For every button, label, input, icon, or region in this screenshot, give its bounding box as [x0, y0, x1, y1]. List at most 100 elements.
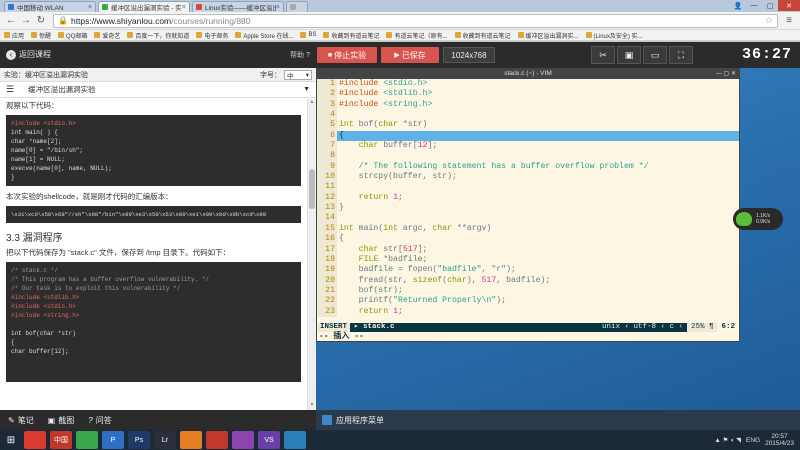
vim-line[interactable]: 15 int main(int argc, char **argv) — [317, 223, 739, 235]
address-bar[interactable]: 🔒 https://www.shiyanlou.com /courses/run… — [53, 13, 778, 28]
app-p-icon[interactable]: P — [102, 431, 124, 449]
language-indicator[interactable]: ENG — [746, 437, 760, 444]
scroll-down-icon[interactable]: ▼ — [308, 402, 316, 410]
browser-tab[interactable]: Linux实验——缓冲区溢出 × — [192, 1, 284, 12]
vim-line[interactable]: 22 printf("Returned Properly\n"); — [317, 296, 739, 307]
tab-close-icon[interactable]: × — [182, 4, 186, 11]
code-line: /* Our task is to exploit this vulnerabi… — [11, 285, 181, 292]
vim-line[interactable]: 7 char buffer[12]; — [317, 141, 739, 152]
bookmark-item[interactable]: 爱奇艺 — [94, 31, 120, 40]
bookmark-item[interactable]: 电子邮务 — [196, 31, 228, 40]
line-text: #include <string.h> — [339, 99, 433, 109]
fullscreen-icon[interactable]: ⛶ — [669, 46, 693, 64]
help-link[interactable]: 帮助 ? — [290, 50, 310, 60]
screenshot-icon[interactable]: ▣ — [617, 46, 641, 64]
vim-line[interactable]: 17 char str[517]; — [317, 244, 739, 255]
maximize-icon[interactable]: ▢ — [762, 0, 778, 11]
vim-buffer[interactable]: 1 #include <stdio.h> 2 #include <stdlib.h> 3… — [317, 79, 739, 323]
bookmark-item[interactable]: BS — [300, 32, 316, 38]
bookmark-item[interactable]: 应用 — [4, 31, 24, 40]
windows-start-icon[interactable]: ⊞ — [0, 430, 22, 450]
font-size-select[interactable]: 中 ▾ — [284, 69, 312, 80]
qa-button[interactable]: ? 问答 — [88, 415, 111, 426]
bookmark-item[interactable]: (Linux及安全) 实... — [585, 31, 643, 40]
saved-button[interactable]: ▶ 已保存 — [381, 47, 439, 63]
vim-line[interactable]: 10 strcpy(buffer, str); — [317, 172, 739, 183]
photoshop-icon[interactable]: Ps — [128, 431, 150, 449]
reload-icon[interactable]: ↻ — [34, 14, 48, 28]
vim-line[interactable]: 9 /* The following statement has a buffe… — [317, 161, 739, 173]
network-speed-widget[interactable]: 1.1K/s 0.9K/s — [733, 208, 783, 230]
back-to-course-button[interactable]: ‹ 返回课程 — [6, 49, 51, 60]
menu-icon[interactable]: ≡ — [782, 15, 796, 26]
tray-icons[interactable]: ▲ ⚑ ◖ ◥ — [714, 436, 741, 444]
bookmark-item[interactable]: 惊醒 — [31, 31, 51, 40]
app-fruit-icon[interactable] — [206, 431, 228, 449]
vim-line[interactable]: 21 bof(str); — [317, 285, 739, 297]
lightroom-icon[interactable]: Lr — [154, 431, 176, 449]
app-zhongguo-icon[interactable]: 中国 — [50, 431, 72, 449]
vim-line[interactable]: 1 #include <stdio.h> — [317, 79, 739, 90]
vim-line[interactable]: 14 — [317, 213, 739, 224]
vim-line[interactable]: 3 #include <string.h> — [317, 99, 739, 111]
back-icon[interactable]: ← — [4, 14, 18, 28]
vim-terminal-window[interactable]: stack.c (~) - VIM — ▢ ✕ 1 #include <stdio… — [316, 68, 740, 342]
browser-tab[interactable]: 缓冲区溢出漏洞实验 - 实 × — [98, 1, 190, 12]
bookmark-item[interactable]: 百度一下，你就知道 — [127, 31, 189, 40]
browser-tab[interactable] — [286, 1, 308, 12]
vim-line[interactable]: 8 — [317, 151, 739, 162]
resolution-select[interactable]: 1024x768 — [443, 47, 495, 63]
minimize-icon[interactable]: — — [746, 0, 762, 11]
vim-line[interactable]: 2 #include <stdlib.h> — [317, 89, 739, 100]
close-window-icon[interactable]: ✕ — [778, 0, 800, 11]
bookmarks-bar: 应用 惊醒 QQ邮箱 爱奇艺 百度一下，你就知道 电子邮务 Apple Store 在线..… — [0, 30, 800, 41]
bookmark-item[interactable]: 有道云笔记（原有... — [386, 31, 448, 40]
forward-icon[interactable]: → — [19, 14, 33, 28]
applications-menu-button[interactable]: 应用程序菜单 — [322, 415, 384, 426]
vim-line[interactable]: 11 — [317, 182, 739, 193]
vim-line[interactable]: 20 fread(str, sizeof(char), 517, badfile… — [317, 275, 739, 286]
user-icon[interactable]: 👤 — [730, 0, 746, 11]
vim-line[interactable]: 12 return 1; — [317, 192, 739, 204]
app-colors-icon[interactable] — [180, 431, 202, 449]
desktop-icon[interactable]: ▭ — [643, 46, 667, 64]
clock[interactable]: 20:57 2015/4/23 — [765, 433, 794, 447]
visual-studio-icon[interactable]: VS — [258, 431, 280, 449]
vim-line[interactable]: 19 badfile = fopen("badfile", "r"); — [317, 265, 739, 276]
line-text: { — [337, 130, 739, 142]
app-flowers-icon[interactable] — [232, 431, 254, 449]
tab-close-icon[interactable]: × — [88, 4, 92, 11]
line-number: 10 — [317, 172, 337, 183]
bookmark-star-icon[interactable]: ☆ — [765, 15, 773, 26]
scroll-thumb[interactable] — [309, 169, 315, 209]
bookmark-item[interactable]: 收藏到有道云笔记 — [454, 31, 511, 40]
line-number: 9 — [317, 161, 337, 173]
vim-line[interactable]: 18 FILE *badfile; — [317, 254, 739, 266]
scissors-icon[interactable]: ✂ — [591, 46, 615, 64]
tab-close-icon[interactable]: × — [276, 4, 280, 11]
scroll-up-icon[interactable]: ▲ — [308, 99, 316, 107]
browser-tab[interactable]: 中国移动 WLAN × — [4, 1, 96, 12]
notes-button[interactable]: ✎ 笔记 — [8, 415, 34, 426]
vim-line[interactable]: 16{ — [317, 234, 739, 245]
bookmark-item[interactable]: Apple Store 在线... — [235, 31, 293, 40]
doc-scrollbar[interactable]: ▲ ▼ — [307, 99, 316, 410]
bookmark-item[interactable]: 缓冲区溢出漏洞实... — [517, 31, 579, 40]
code-line: int main( ) { — [11, 129, 58, 136]
app-green-icon[interactable] — [76, 431, 98, 449]
vim-line[interactable]: 23 return 1; — [317, 306, 739, 317]
vim-line[interactable]: 13} — [317, 203, 739, 214]
section-select[interactable]: ☰ 缓冲区溢出漏洞实验 ▼ — [0, 82, 316, 98]
bookmark-item[interactable]: 收藏到有道云笔记 — [323, 31, 379, 40]
vim-line[interactable]: 4 — [317, 110, 739, 121]
bookmark-item[interactable]: QQ邮箱 — [58, 31, 87, 40]
vim-line[interactable]: 6{ — [317, 130, 739, 142]
vim-line[interactable]: 5 int bof(char *str) — [317, 120, 739, 131]
lock-icon: 🔒 — [58, 16, 68, 25]
screenshot-button[interactable]: ▣ 截图 — [48, 415, 75, 426]
chrome-icon[interactable] — [24, 431, 46, 449]
stop-experiment-button[interactable]: ■ 停止实验 — [317, 47, 377, 63]
terminal-window-controls[interactable]: — ▢ ✕ — [716, 69, 736, 79]
stop-icon: ■ — [327, 51, 333, 59]
app-blue-icon[interactable] — [284, 431, 306, 449]
